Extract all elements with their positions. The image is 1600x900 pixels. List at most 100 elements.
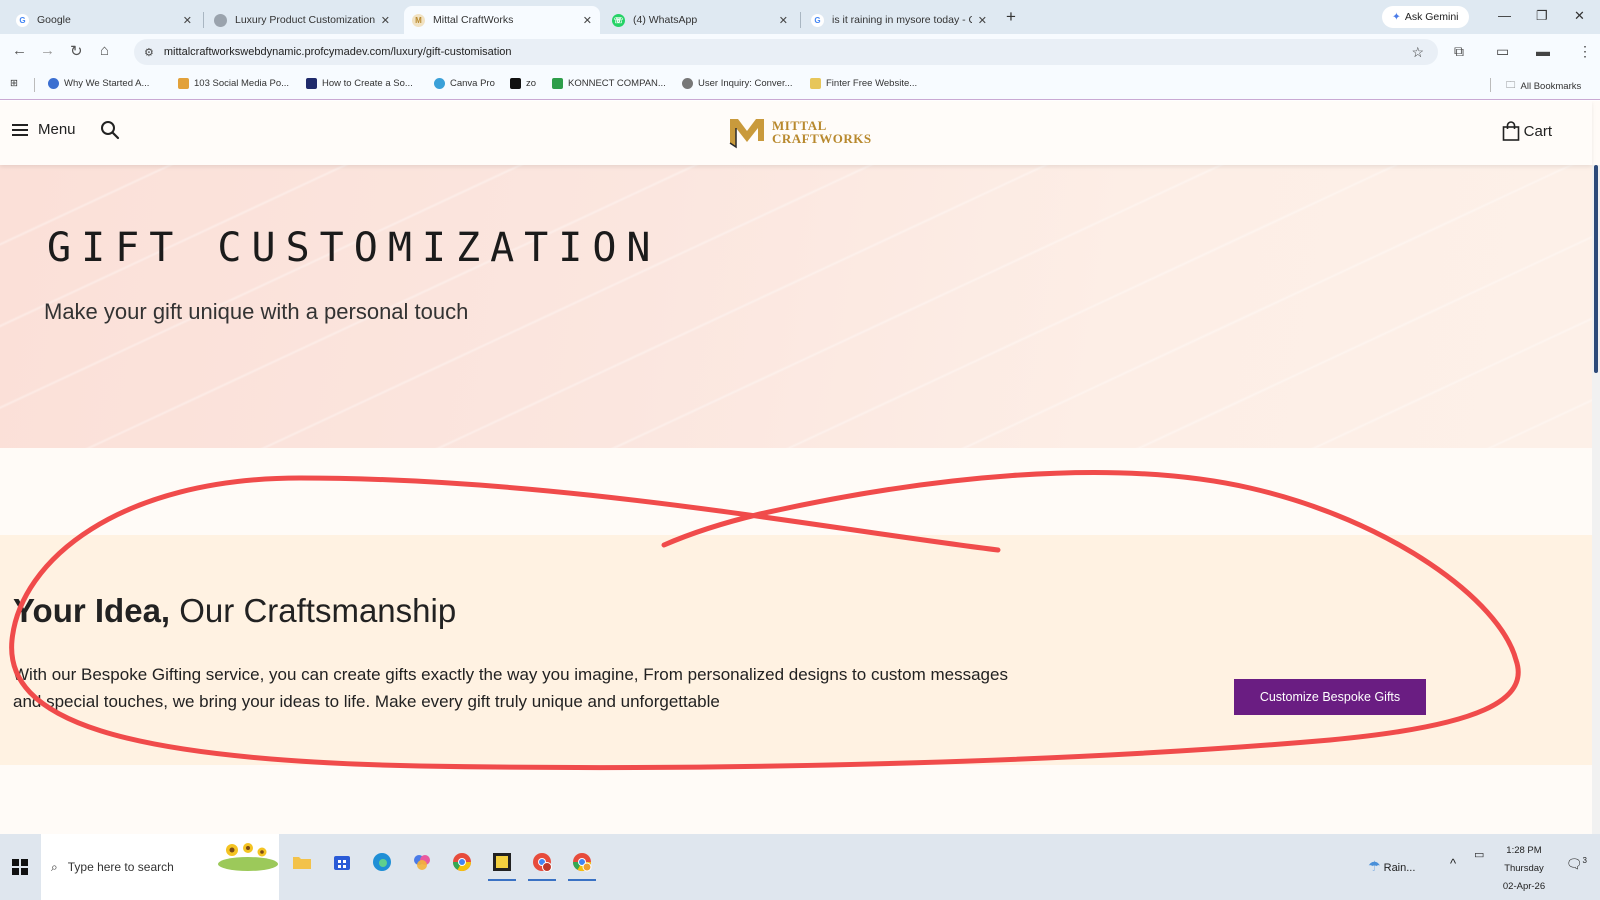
- cast-icon[interactable]: ▭: [1496, 43, 1509, 60]
- weather-label: Rain...: [1383, 862, 1416, 874]
- page-subtitle: Make your gift unique with a personal to…: [44, 299, 469, 324]
- restore-icon[interactable]: ❐: [1536, 8, 1548, 24]
- clock-date: 02-Apr-26: [1502, 881, 1546, 892]
- site-logo[interactable]: MITTAL CRAFTWORKS: [728, 115, 872, 149]
- minimize-icon[interactable]: —: [1498, 8, 1511, 23]
- page-title: GIFT CUSTOMIZATION: [47, 225, 661, 271]
- tab-title: is it raining in mysore today - G: [832, 14, 972, 26]
- chevron-up-icon[interactable]: ^: [1450, 856, 1456, 871]
- cart-label: Cart: [1523, 122, 1552, 140]
- tab-separator: [203, 12, 204, 28]
- bookmark-label: Finter Free Website...: [826, 78, 918, 89]
- back-arrow-icon[interactable]: ←: [12, 42, 27, 59]
- section-description: With our Bespoke Gifting service, you ca…: [13, 665, 1008, 711]
- microsoft-store-icon[interactable]: [328, 848, 356, 876]
- search-icon[interactable]: [100, 120, 120, 140]
- sunflower-field-icon: [218, 843, 278, 871]
- sticky-notes-icon[interactable]: [488, 848, 516, 881]
- tab-title: (4) WhatsApp: [633, 14, 698, 26]
- tab-title: Google: [37, 14, 71, 26]
- bookmark-favicon-icon: [552, 78, 563, 89]
- bookmark-item[interactable]: 103 Social Media Po...: [178, 78, 289, 89]
- bookmark-item[interactable]: KONNECT COMPAN...: [552, 78, 666, 89]
- chrome-profile-icon[interactable]: [528, 848, 556, 881]
- menu-label: Menu: [38, 121, 76, 138]
- section-spacer: [0, 448, 1592, 535]
- bookmark-label: How to Create a So...: [322, 78, 413, 89]
- close-window-icon[interactable]: ✕: [1574, 8, 1585, 24]
- hero-banner: GIFT CUSTOMIZATION Make your gift unique…: [0, 165, 1592, 448]
- bookmark-star-icon[interactable]: ☆: [1411, 44, 1424, 61]
- bookmark-item[interactable]: Canva Pro: [434, 78, 495, 89]
- folder-icon: 🗀: [1506, 80, 1516, 91]
- gemini-spark-icon: ✦: [1392, 11, 1401, 23]
- bookmark-separator: [34, 78, 35, 92]
- notification-count: 3: [1582, 856, 1587, 865]
- close-icon[interactable]: ✕: [779, 14, 788, 27]
- tab-google-search[interactable]: G is it raining in mysore today - G ✕: [803, 6, 995, 34]
- bookmark-separator: [1490, 78, 1491, 92]
- forward-arrow-icon[interactable]: →: [40, 42, 55, 59]
- reload-icon[interactable]: ↻: [70, 42, 83, 60]
- chrome-active-icon[interactable]: [568, 848, 596, 881]
- close-icon[interactable]: ✕: [183, 14, 192, 27]
- weather-widget[interactable]: ☂ Rain...: [1368, 858, 1415, 875]
- copilot-icon[interactable]: [408, 848, 436, 876]
- bookmark-favicon-icon: [178, 78, 189, 89]
- home-icon[interactable]: ⌂: [100, 42, 109, 59]
- tab-whatsapp[interactable]: ☏ (4) WhatsApp ✕: [604, 6, 796, 34]
- whatsapp-icon: ☏: [612, 13, 625, 27]
- close-icon[interactable]: ✕: [978, 14, 987, 27]
- file-explorer-icon[interactable]: [288, 848, 316, 876]
- apps-grid-icon[interactable]: ⊞: [10, 78, 18, 89]
- windows-start-icon[interactable]: [12, 859, 28, 875]
- canva-icon: [434, 78, 445, 89]
- extensions-icon[interactable]: ⧉: [1454, 43, 1464, 60]
- chrome-icon[interactable]: [448, 848, 476, 876]
- ask-gemini-label: Ask Gemini: [1404, 11, 1459, 23]
- tab-separator: [800, 12, 801, 28]
- system-clock[interactable]: 1:28 PM Thursday 02-Apr-26: [1494, 842, 1554, 896]
- bookmark-label: 103 Social Media Po...: [194, 78, 290, 89]
- all-bookmarks-label: All Bookmarks: [1520, 80, 1582, 92]
- cart-button[interactable]: Cart: [1502, 121, 1552, 141]
- battery-icon[interactable]: ▭: [1474, 848, 1484, 861]
- bookmark-item[interactable]: How to Create a So...: [306, 78, 413, 89]
- bookmark-label: zo: [526, 78, 537, 89]
- rain-cloud-icon: ☂: [1368, 858, 1381, 874]
- ask-gemini-button[interactable]: ✦ Ask Gemini: [1382, 6, 1469, 28]
- bookmark-label: User Inquiry: Conver...: [698, 78, 793, 89]
- windows-taskbar: ⌕ Type here to search ☂ Rain... ^ ▭ 1:28…: [0, 834, 1600, 900]
- bookmark-favicon-icon: [306, 78, 317, 89]
- address-bar[interactable]: ⚙ mittalcraftworkswebdynamic.profcymadev…: [134, 39, 1438, 65]
- close-icon[interactable]: ✕: [381, 14, 390, 27]
- notification-icon[interactable]: 🗨3: [1566, 856, 1587, 872]
- logo-line2: CRAFTWORKS: [772, 131, 872, 146]
- section-heading: Your Idea, Our Craftsmanship: [13, 592, 456, 630]
- edge-browser-icon[interactable]: [368, 848, 396, 876]
- tab-luxury-product[interactable]: Luxury Product Customization ✕: [206, 6, 398, 34]
- bookmark-label: Why We Started A...: [64, 78, 150, 89]
- tab-title: Mittal CraftWorks: [433, 14, 514, 26]
- menu-button[interactable]: Menu: [12, 121, 76, 138]
- new-tab-icon[interactable]: +: [1006, 7, 1016, 27]
- profile-bar-icon[interactable]: ▬: [1536, 43, 1550, 59]
- bookmark-item[interactable]: User Inquiry: Conver...: [682, 78, 793, 89]
- bookmark-item[interactable]: zo: [510, 78, 536, 89]
- all-bookmarks-button[interactable]: 🗀 All Bookmarks: [1506, 78, 1581, 94]
- scrollbar-thumb[interactable]: [1594, 165, 1598, 373]
- site-info-icon[interactable]: ⚙: [144, 46, 154, 59]
- bookmark-item[interactable]: Finter Free Website...: [810, 78, 917, 89]
- bespoke-section: Your Idea, Our Craftsmanship With our Be…: [0, 535, 1592, 765]
- clock-time: 1:28 PM: [1506, 845, 1542, 856]
- bookmark-favicon-icon: [510, 78, 521, 89]
- close-icon[interactable]: ✕: [583, 14, 592, 27]
- tab-google[interactable]: G Google ✕: [8, 6, 200, 34]
- tab-mittal-craftworks[interactable]: M Mittal CraftWorks ✕: [404, 6, 600, 34]
- customize-bespoke-gifts-button[interactable]: Customize Bespoke Gifts: [1234, 679, 1426, 715]
- more-menu-icon[interactable]: ⋮: [1578, 43, 1592, 60]
- mittal-icon: M: [412, 13, 425, 27]
- bookmark-favicon-icon: [810, 78, 821, 89]
- google-icon: G: [16, 13, 29, 27]
- bookmark-item[interactable]: Why We Started A...: [48, 78, 149, 89]
